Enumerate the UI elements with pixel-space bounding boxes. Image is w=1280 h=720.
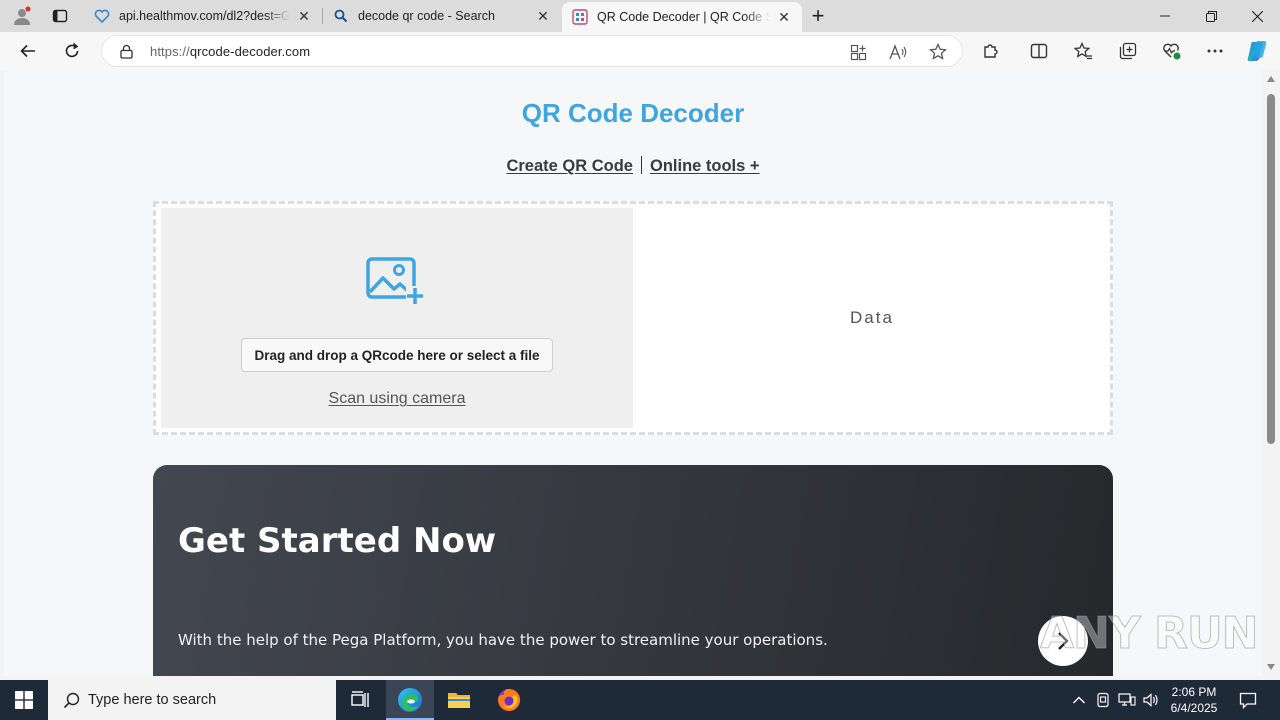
read-aloud-icon[interactable] [889,43,907,61]
tab-title: QR Code Decoder | QR Code Scanner [597,10,770,24]
close-tab-icon[interactable]: ✕ [776,9,792,25]
page-title: QR Code Decoder [521,98,745,128]
favorites-icon [1073,42,1092,60]
taskbar-search-box[interactable]: Type here to search [48,680,336,720]
plus-icon: + [811,3,825,28]
tab-qr-decoder[interactable]: QR Code Decoder | QR Code Scanner ✕ [562,2,802,32]
firefox-button[interactable] [485,680,533,720]
search-placeholder: Type here to search [88,692,217,708]
decoded-data-pane: Data [636,208,1108,428]
create-qr-code-link[interactable]: Create QR Code [506,157,633,175]
folder-icon [448,693,470,708]
address-bar[interactable]: https://qrcode-decoder.com [101,35,963,67]
ad-title: Get Started Now [178,521,497,561]
qr-favicon-icon [572,9,588,25]
profile-button[interactable] [2,0,42,32]
back-arrow-icon [20,44,35,58]
task-view-button[interactable] [336,680,384,720]
edge-icon [398,688,422,712]
decoder-panel: Drag and drop a QRcode here or select a … [153,201,1113,435]
copilot-button[interactable] [1241,35,1273,67]
chevron-right-icon [1058,632,1069,650]
minimize-button[interactable] [1142,0,1188,32]
clock-date: 6/4/2025 [1170,701,1218,715]
browser-essentials-button[interactable] [1156,35,1188,67]
collections-button[interactable] [1112,35,1144,67]
back-button[interactable] [12,35,44,67]
notification-center-button[interactable] [1232,680,1264,720]
ad-text: With the help of the Pega Platform, you … [178,631,828,649]
favorites-button[interactable] [1067,35,1099,67]
edge-taskbar-button[interactable] [386,680,434,720]
favorite-star-icon[interactable] [929,43,947,61]
close-icon [1251,10,1263,22]
url-host: qrcode-decoder.com [189,43,311,59]
profile-icon [14,6,31,25]
page-scrollbar[interactable] [1262,70,1280,676]
puzzle-icon [984,44,998,58]
chevron-up-icon [1073,696,1085,704]
split-screen-icon [1030,43,1048,59]
restore-button[interactable] [1188,0,1234,32]
search-icon [62,691,80,709]
ad-next-button[interactable] [1038,616,1088,666]
volume-icon[interactable] [1142,691,1160,709]
show-hidden-icons-button[interactable] [1070,691,1088,709]
qr-drop-zone[interactable]: Drag and drop a QRcode here or select a … [161,208,633,428]
refresh-icon [65,42,79,58]
settings-more-button[interactable] [1199,35,1231,67]
extensions-button[interactable] [975,35,1007,67]
close-tab-icon[interactable]: ✕ [535,8,551,24]
file-explorer-button[interactable] [435,680,483,720]
more-dots-icon [1207,49,1223,53]
tab-actions-icon [52,9,68,23]
tab-title: api.healthmov.com/dl2?dest=GC [119,9,290,23]
scroll-up-arrow-icon[interactable] [1267,76,1275,82]
windows-logo-icon [15,691,33,709]
scan-camera-link[interactable]: Scan using camera [161,390,633,408]
tab-strip: api.healthmov.com/dl2?dest=GC ✕ decode q… [0,0,1280,32]
minimize-icon [1160,15,1170,17]
new-tab-button[interactable]: + [798,0,838,32]
heartbeat-icon [1163,43,1181,60]
split-screen-button[interactable] [1023,35,1055,67]
close-window-button[interactable] [1234,0,1280,32]
nav-divider [640,156,642,174]
tab-actions-button[interactable] [40,0,80,32]
page-nav: Create QR Code Online tools + [4,156,1262,176]
scroll-down-arrow-icon[interactable] [1267,664,1275,670]
add-image-icon [366,257,424,304]
tab-search[interactable]: decode qr code - Search ✕ [323,0,561,32]
heart-favicon-icon [94,8,110,24]
close-tab-icon[interactable]: ✕ [296,8,312,24]
search-favicon-icon [333,8,349,24]
restore-icon [1205,10,1217,22]
collections-icon [1119,42,1137,60]
page-viewport: QR Code Decoder Create QR Code Online too… [4,70,1262,676]
copilot-icon [1247,41,1267,61]
meet-now-tray-icon[interactable] [1094,691,1112,709]
windows-taskbar: Type here to search 2:06 PM 6/4/2025 [0,680,1280,720]
clock-time: 2:06 PM [1171,685,1217,699]
notification-icon [1239,692,1257,709]
start-button[interactable] [0,680,48,720]
app-available-icon[interactable] [849,43,867,61]
online-tools-link[interactable]: Online tools + [650,157,760,175]
refresh-button[interactable] [56,35,88,67]
system-clock[interactable]: 2:06 PM 6/4/2025 [1166,684,1222,716]
select-file-button[interactable]: Drag and drop a QRcode here or select a … [241,338,553,372]
lock-icon[interactable] [118,43,134,59]
scroll-thumb[interactable] [1267,94,1275,444]
url-text[interactable]: https://qrcode-decoder.com [150,44,310,59]
firefox-icon [498,688,521,711]
advertisement-banner[interactable]: Get Started Now With the help of the Peg… [153,465,1113,676]
task-view-icon [351,691,369,707]
url-protocol: https:// [150,43,190,59]
data-label: Data [850,308,894,327]
browser-toolbar: https://qrcode-decoder.com [0,32,1280,70]
network-icon[interactable] [1118,691,1136,709]
tab-title: decode qr code - Search [358,9,495,23]
tab-healthmov[interactable]: api.healthmov.com/dl2?dest=GC ✕ [84,0,322,32]
